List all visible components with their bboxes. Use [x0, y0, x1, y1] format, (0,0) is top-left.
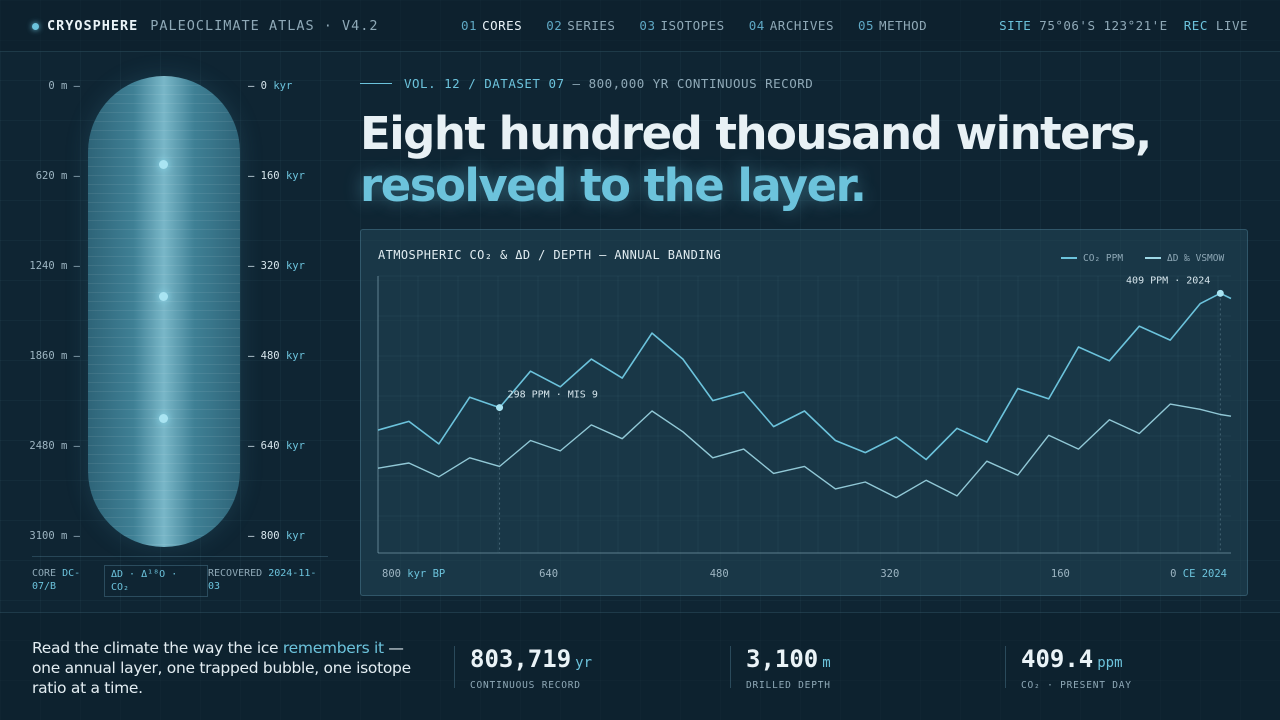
footer-bar: Read the climate the way the ice remembe… [0, 612, 1280, 720]
annotation-point [496, 404, 504, 412]
intro-quote: Read the climate the way the ice remembe… [32, 639, 411, 697]
depth-tick: 0 m – [48, 80, 80, 92]
depth-tick: 3100 m – [29, 530, 80, 542]
nav-num: 01 [461, 18, 478, 33]
brand-name: CRYOSPHERE [47, 18, 139, 34]
core-bands [88, 76, 240, 547]
core-footer: CORE DC-07/B ΔD · Δ¹⁸O · CO₂ RECOVERED 2… [32, 556, 328, 597]
legend-label: CO₂ PPM [1083, 253, 1123, 264]
nav-num: 05 [857, 18, 875, 33]
rec-value: LIVE [1215, 18, 1248, 33]
site-status: SITE 75°06'S 123°21'E REC LIVE [999, 18, 1248, 33]
core-sample-marker[interactable] [159, 160, 168, 169]
x-tick-label: 480 [710, 568, 729, 580]
stat-value: 803,719 [470, 645, 572, 673]
annotation-point [1216, 289, 1224, 297]
stat-label: CONTINUOUS RECORD [470, 680, 581, 691]
core-panel: 0 m – 620 m – 1240 m – 1860 m – 2480 m –… [0, 52, 340, 612]
dataset-label: VOL. 12 / DATASET 07 [404, 76, 565, 91]
depth-tick: 1860 m – [29, 350, 80, 362]
chart-title: ATMOSPHERIC CO₂ & ΔD / DEPTH — ANNUAL BA… [378, 248, 721, 262]
nav-label: CORES [482, 18, 523, 33]
nav-label: METHOD [879, 18, 928, 33]
nav-item-isotopes[interactable]: 03 ISOTOPES [639, 18, 724, 33]
annotation-label: 409 PPM · 2024 [1126, 275, 1210, 286]
nav-item-method[interactable]: 05 METHOD [858, 18, 927, 33]
stat-unit: ppm [1097, 655, 1123, 671]
legend-label: ΔD ‰ VSMOW [1167, 253, 1224, 264]
co2-chart[interactable]: ATMOSPHERIC CO₂ & ΔD / DEPTH — ANNUAL BA… [361, 230, 1249, 597]
site-coords: 75°06'S 123°21'E [1039, 18, 1168, 33]
rec-label: REC [1183, 18, 1208, 33]
x-tick-label: 640 [539, 568, 558, 580]
nav-label: ARCHIVES [769, 18, 834, 33]
nav-label: ISOTOPES [660, 18, 725, 33]
stat-record: 803,719 yr CONTINUOUS RECORD [454, 645, 593, 691]
top-bar: CRYOSPHERE PALEOCLIMATE ATLAS · V4.2 01 C… [0, 0, 1280, 52]
core-sample-marker[interactable] [159, 292, 168, 301]
stat-unit: yr [575, 655, 593, 671]
nav-item-archives[interactable]: 04 ARCHIVES [749, 18, 834, 33]
proxy-tags[interactable]: ΔD · Δ¹⁸O · CO₂ [104, 565, 208, 597]
age-tick: – 320 kyr [248, 260, 305, 272]
age-tick: – 480 kyr [248, 350, 305, 362]
age-tick: – 160 kyr [248, 170, 305, 182]
kicker: VOL. 12 / DATASET 07 — 800,000 YR CONTIN… [360, 76, 813, 91]
stat-label: CO₂ · PRESENT DAY [1021, 680, 1132, 691]
x-tick-label: 320 [880, 568, 899, 580]
core-id: CORE DC-07/B [32, 568, 81, 592]
core-sample-marker[interactable] [159, 414, 168, 423]
stat-unit: m [822, 655, 831, 671]
stat-value: 409.4 [1021, 645, 1094, 673]
age-tick: – 800 kyr [248, 530, 305, 542]
ice-core-visual[interactable] [88, 76, 240, 547]
stat-value: 3,100 [746, 645, 819, 673]
nav-label: SERIES [567, 18, 616, 33]
nav-item-cores[interactable]: 01 CORES [461, 18, 522, 33]
brand-subtitle: PALEOCLIMATE ATLAS · V4.2 [150, 18, 379, 34]
annotation-label: 298 PPM · MIS 9 [508, 390, 598, 401]
site-label: SITE [999, 18, 1032, 33]
age-tick: – 0 kyr [248, 80, 293, 92]
x-tick-label: 160 [1051, 568, 1070, 580]
chart-card: ATMOSPHERIC CO₂ & ΔD / DEPTH — ANNUAL BA… [360, 229, 1248, 596]
page-title: Eight hundred thousand winters, resolved… [360, 107, 1152, 212]
series-line [377, 403, 1232, 499]
series-line [377, 292, 1232, 461]
x-tick-label: 0 CE 2024 [1170, 568, 1227, 580]
age-tick: – 640 kyr [248, 440, 305, 452]
headline-line-2: resolved to the layer. [360, 159, 867, 212]
brand[interactable]: CRYOSPHERE PALEOCLIMATE ATLAS · V4.2 [32, 18, 378, 34]
nav-item-series[interactable]: 02 SERIES [546, 18, 615, 33]
stat-co2: 409.4 ppm CO₂ · PRESENT DAY [1005, 645, 1132, 691]
record-label: — 800,000 YR CONTINUOUS RECORD [572, 76, 814, 91]
stat-depth: 3,100 m DRILLED DEPTH [730, 645, 831, 691]
depth-tick: 2480 m – [29, 440, 80, 452]
depth-tick: 620 m – [35, 170, 80, 182]
stat-label: DRILLED DEPTH [746, 680, 831, 691]
kicker-rule [360, 83, 392, 84]
status-dot-icon [32, 22, 39, 30]
quote-highlight[interactable]: remembers it [283, 639, 384, 657]
nav-num: 04 [748, 18, 765, 33]
headline-line-1: Eight hundred thousand winters, [360, 107, 1152, 160]
nav-num: 02 [546, 18, 563, 33]
nav-num: 03 [639, 18, 656, 33]
depth-tick: 1240 m – [29, 260, 80, 272]
x-tick-label: 800 kyr BP [382, 568, 445, 580]
recovered-date: RECOVERED 2024-11-03 [208, 568, 317, 592]
main-nav: 01 CORES 02 SERIES 03 ISOTOPES 04 ARCHIVES 0… [461, 18, 951, 33]
